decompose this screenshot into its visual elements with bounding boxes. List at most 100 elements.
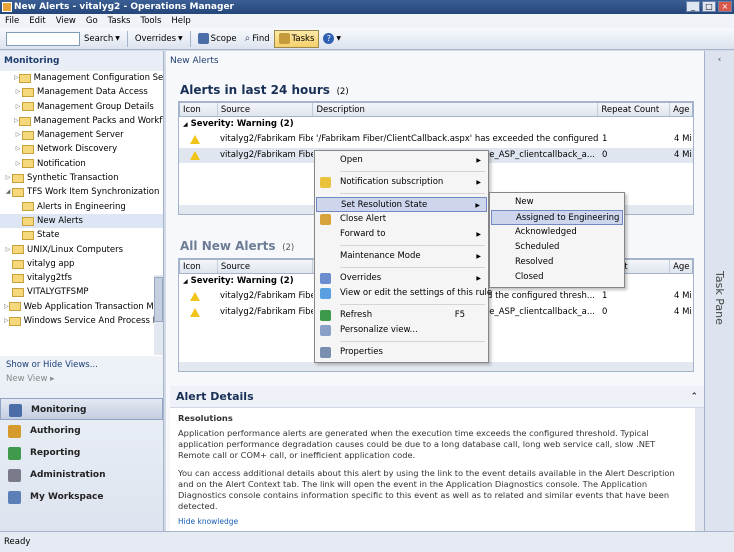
folder-icon (8, 316, 21, 326)
expand-arrow-icon[interactable]: ▷ (14, 85, 22, 99)
grid1-col-age[interactable]: Age (670, 103, 692, 116)
grid1-col-description[interactable]: Description (313, 103, 599, 116)
wunderbar-administration[interactable]: Administration (0, 464, 163, 486)
wunderbar-monitoring[interactable]: Monitoring (0, 398, 163, 420)
grid1-header: Icon Source Description Repeat Count Age (179, 102, 693, 117)
warning-icon (179, 305, 217, 321)
menu-item-icon (320, 325, 331, 336)
menu-item-maintenance-mode[interactable]: Maintenance Mode ▶ (316, 249, 487, 264)
expand-arrow-icon[interactable]: ▷ (4, 243, 12, 257)
search-input[interactable] (6, 31, 80, 46)
maximize-button[interactable]: □ (702, 1, 716, 12)
menu-item-close-alert[interactable]: Close Alert (316, 212, 487, 227)
menu-item-assigned-to-engineering[interactable]: Assigned to Engineering (491, 210, 623, 225)
expand-arrow-icon[interactable]: ▷ (14, 100, 22, 114)
task-pane-arrow-icon[interactable]: ‹ (705, 55, 734, 65)
tree-item[interactable]: ▷ Network Discovery (0, 142, 163, 156)
scope-button[interactable]: Scope (194, 30, 241, 48)
tree-item[interactable]: ◢ TFS Work Item Synchronization (0, 185, 163, 199)
menu-item-refresh[interactable]: Refresh F5 (316, 308, 487, 323)
tree-item[interactable]: ▷Management Configuration Service (0, 71, 163, 85)
tree-item[interactable]: ▷ Management Data Access (0, 85, 163, 99)
grid1-col-icon[interactable]: Icon (180, 103, 218, 116)
details-scrollbar[interactable] (695, 408, 704, 531)
tree-item[interactable]: ▷ Management Group Details (0, 100, 163, 114)
menu-file[interactable]: File (0, 14, 24, 28)
tree-item[interactable]: ▷Management Packs and Workflows (0, 114, 163, 128)
tree-item[interactable]: ▷ Synthetic Transaction (0, 171, 163, 185)
close-button[interactable]: × (718, 1, 732, 12)
menu-tasks[interactable]: Tasks (103, 14, 136, 28)
tree-item[interactable]: vitalyg app (0, 257, 163, 271)
grid1-group-header[interactable]: ◢ Severity: Warning (2) (179, 117, 693, 132)
menu-help[interactable]: Help (166, 14, 195, 28)
row-source: vitalyg2/Fabrikam Fiber (220, 306, 313, 317)
menu-view[interactable]: View (51, 14, 81, 28)
wunderbar-my-workspace[interactable]: My Workspace (0, 486, 163, 508)
menu-item-personalize-view[interactable]: Personalize view... (316, 323, 487, 338)
tree-item[interactable]: ▷ Management Server (0, 128, 163, 142)
menu-item-view-or-edit-the-settings-of-this-rule[interactable]: View or edit the settings of this rule (316, 286, 492, 301)
tree-item[interactable]: ▷Web Application Transaction Monitoring (0, 300, 163, 314)
menu-separator (340, 341, 485, 342)
tree-item[interactable]: New Alerts (0, 213, 163, 229)
menu-item-new[interactable]: New (491, 195, 623, 210)
menu-item-closed[interactable]: Closed (491, 270, 623, 285)
menu-item-open[interactable]: Open ▶ (316, 153, 487, 168)
tree-item[interactable]: ▷ Notification (0, 157, 163, 171)
grid2-col-age[interactable]: Age (670, 260, 692, 273)
tree-item[interactable]: VITALYGTFSMP (0, 285, 163, 299)
folder-icon (18, 116, 31, 126)
menu-tools[interactable]: Tools (135, 14, 166, 28)
tree-scrollbar[interactable] (154, 275, 163, 355)
menu-go[interactable]: Go (81, 14, 103, 28)
expand-arrow-icon[interactable]: ▷ (14, 142, 22, 156)
tree-item[interactable]: State (0, 228, 163, 242)
grid2-col-source[interactable]: Source (218, 260, 314, 273)
tree-item[interactable]: ▷ UNIX/Linux Computers (0, 243, 163, 257)
collapse-chevron-icon[interactable]: ⌃ (690, 386, 698, 408)
search-button[interactable]: Search ▼ (80, 30, 124, 48)
menu-item-overrides[interactable]: Overrides ▶ (316, 271, 487, 286)
minimize-button[interactable]: _ (686, 1, 700, 12)
tree-item[interactable]: Alerts in Engineering (0, 200, 163, 214)
menu-item-forward-to[interactable]: Forward to ▶ (316, 227, 487, 242)
menu-item-properties[interactable]: Properties (316, 345, 487, 360)
menu-item-label: Scheduled (515, 242, 560, 252)
expand-arrow-icon[interactable]: ▷ (4, 171, 12, 185)
grid2-col-icon[interactable]: Icon (180, 260, 218, 273)
wunderbar-reporting[interactable]: Reporting (0, 442, 163, 464)
tree-scrollbar-thumb[interactable] (154, 277, 163, 322)
menu-item-notification-subscription[interactable]: Notification subscription ▶ (316, 175, 487, 190)
wunderbar-authoring[interactable]: Authoring (0, 420, 163, 442)
tree-item[interactable]: ▷Windows Service And Process Monitoring (0, 314, 163, 326)
show-hide-views-link[interactable]: Show or Hide Views... (0, 358, 163, 372)
expand-arrow-icon[interactable]: ▷ (14, 128, 22, 142)
table-row[interactable]: vitalyg2/Fabrikam Fiber '/Fabrikam Fiber… (179, 132, 693, 148)
tree-item-label: Notification (37, 158, 86, 169)
details-paragraph-2: You can access additional details about … (178, 468, 675, 511)
navigation-header: Monitoring (0, 51, 163, 71)
tree-item[interactable]: vitalyg2tfs (0, 271, 163, 285)
overrides-button[interactable]: Overrides ▼ (131, 30, 187, 48)
toolbar-separator (189, 30, 191, 47)
menu-item-resolved[interactable]: Resolved (491, 255, 623, 270)
expand-arrow-icon[interactable]: ▷ (14, 157, 22, 171)
menu-edit[interactable]: Edit (24, 14, 50, 28)
tasks-button[interactable]: Tasks (273, 29, 320, 48)
menu-item-scheduled[interactable]: Scheduled (491, 240, 623, 255)
hide-knowledge-link[interactable]: Hide knowledge (178, 516, 688, 527)
grid1-col-source[interactable]: Source (218, 103, 314, 116)
grid1-col-repeat[interactable]: Repeat Count (598, 103, 671, 116)
new-view-link[interactable]: New View ▸ (0, 372, 163, 386)
menu-item-acknowledged[interactable]: Acknowledged (491, 225, 623, 240)
task-pane[interactable]: ‹ Task Pane (704, 51, 734, 531)
menu-item-set-resolution-state[interactable]: Set Resolution State ▶ (316, 197, 487, 212)
menu-separator (340, 171, 485, 172)
folder-icon (12, 273, 24, 283)
help-button[interactable]: ? ▼ (319, 30, 345, 48)
grid2-hscrollbar[interactable] (179, 362, 693, 371)
monitoring-tree: ▷Management Configuration Service▷Manage… (0, 71, 163, 326)
find-button[interactable]: ⌕ Find (241, 30, 274, 48)
expanded-arrow-icon[interactable]: ◢ (4, 185, 12, 199)
